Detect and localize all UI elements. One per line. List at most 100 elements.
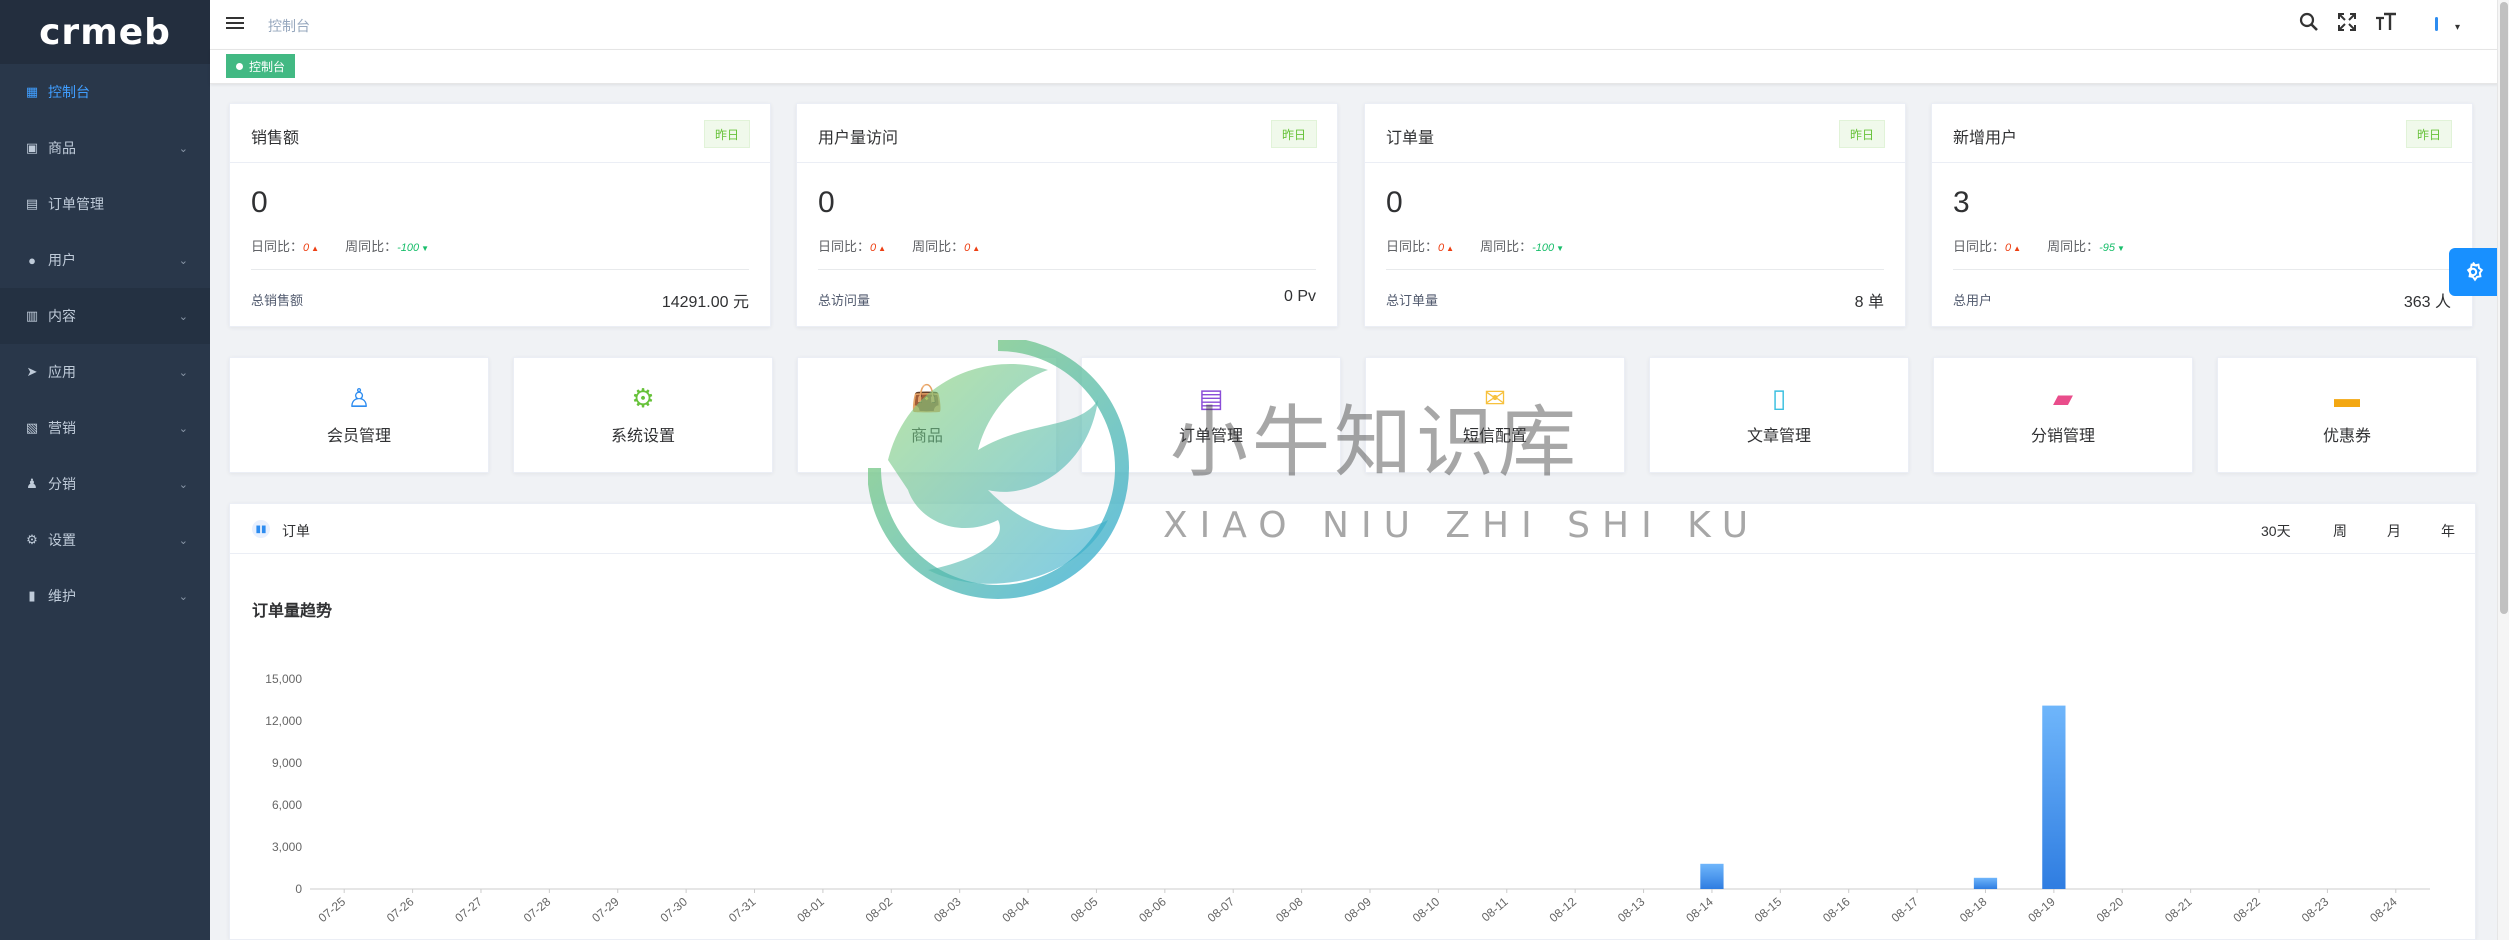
trend-up-icon: ▲ xyxy=(972,244,981,253)
quick-nav-7[interactable]: ▬ 优惠券 xyxy=(2217,357,2477,473)
y-tick-label: 6,000 xyxy=(272,798,302,812)
range-year[interactable]: 年 xyxy=(2441,521,2455,541)
sidebar-item-9[interactable]: ▮ 维护 ⌄ xyxy=(0,568,210,624)
chart-bar[interactable] xyxy=(2042,705,2066,889)
x-tick-label: 08-08 xyxy=(1273,894,1306,925)
sidebar-item-1[interactable]: ▣ 商品 ⌄ xyxy=(0,120,210,176)
x-tick-label: 07-26 xyxy=(384,894,417,925)
sidebar-item-3[interactable]: ● 用户 ⌄ xyxy=(0,232,210,288)
sidebar-item-label: 营销 xyxy=(48,420,76,436)
week-compare-label: 周同比： xyxy=(345,239,398,254)
search-icon[interactable] xyxy=(2299,12,2319,38)
stat-title: 用户量访问 xyxy=(818,130,899,147)
trend-up-icon: ▲ xyxy=(878,244,887,253)
stat-total-value: 8 单 xyxy=(1854,294,1884,311)
chart-bar[interactable] xyxy=(1973,877,1998,889)
x-tick-label: 08-02 xyxy=(863,894,896,925)
gear-icon: ⚙ xyxy=(26,532,38,547)
bar-chart-icon: ▮▮ xyxy=(252,520,270,538)
sidebar-item-6[interactable]: ▧ 营销 ⌄ xyxy=(0,400,210,456)
sidebar-item-7[interactable]: ♟ 分销 ⌄ xyxy=(0,456,210,512)
stat-comparison: 日同比：0 ▲ 周同比：0 ▲ xyxy=(818,236,980,255)
page-scrollbar-thumb[interactable] xyxy=(2500,2,2508,614)
sidebar-item-label: 应用 xyxy=(48,364,76,380)
week-compare-label: 周同比： xyxy=(1480,239,1533,254)
day-compare-value: 0 xyxy=(303,242,310,254)
chart-bar[interactable] xyxy=(1700,863,1724,889)
user-outline-icon: ♙ xyxy=(347,383,371,413)
theme-settings-button[interactable] xyxy=(2449,248,2497,296)
range-30days[interactable]: 30天 xyxy=(2261,521,2291,541)
stat-comparison: 日同比：0 ▲ 周同比：-100 ▼ xyxy=(1386,236,1564,255)
chevron-down-icon: ⌄ xyxy=(178,478,188,491)
bar-chart-icon: ▥ xyxy=(25,308,39,323)
quick-nav-1[interactable]: ⚙ 系统设置 xyxy=(513,357,773,473)
x-tick-label: 08-01 xyxy=(794,894,827,925)
quick-nav-5[interactable]: ▯ 文章管理 xyxy=(1649,357,1909,473)
quick-nav-label: 文章管理 xyxy=(1746,428,1811,445)
stat-value: 0 xyxy=(818,186,835,219)
stat-total-value: 0 Pv xyxy=(1283,288,1316,305)
week-compare-value: -95 xyxy=(2099,242,2115,254)
order-chart-card: ▮▮ 订单 30天 周 月 年 订单量趋势 0 3,000 6,000 9,000 12… xyxy=(229,503,2476,940)
divider xyxy=(797,162,1337,163)
x-tick-label: 08-22 xyxy=(2230,894,2263,925)
x-tick-label: 07-27 xyxy=(452,894,485,925)
sidebar-item-label: 用户 xyxy=(48,252,76,268)
x-tick-label: 08-16 xyxy=(1820,894,1853,925)
stat-period-badge: 昨日 xyxy=(1838,120,1885,148)
trend-up-icon: ▲ xyxy=(311,244,320,253)
user-dropdown-icon[interactable]: ▾ xyxy=(2455,22,2460,33)
sidebar-item-8[interactable]: ⚙ 设置 ⌄ xyxy=(0,512,210,568)
y-tick-label: 3,000 xyxy=(272,840,302,854)
chevron-down-icon: ⌄ xyxy=(178,590,188,603)
quick-nav-label: 分销管理 xyxy=(2030,428,2095,445)
order-trend-chart: 0 3,000 6,000 9,000 12,000 15,000 07-25 07-26 07… xyxy=(265,672,2430,925)
font-size-icon[interactable] xyxy=(2375,12,2397,38)
x-tick-label: 07-31 xyxy=(726,894,759,925)
x-tick-label: 07-29 xyxy=(589,894,622,925)
quick-nav-6[interactable]: ▰ 分销管理 xyxy=(1933,357,2193,473)
sidebar-item-label: 商品 xyxy=(48,140,76,156)
stat-value: 3 xyxy=(1953,186,1970,219)
x-tick-label: 08-19 xyxy=(2025,894,2058,925)
fullscreen-icon[interactable] xyxy=(2337,12,2357,38)
x-tick-label: 08-18 xyxy=(1957,894,1990,925)
avatar[interactable] xyxy=(2435,14,2438,37)
sidebar-item-label: 内容 xyxy=(48,308,76,324)
quick-nav-2[interactable]: 👜 商品 xyxy=(797,357,1057,473)
quick-nav-label: 会员管理 xyxy=(326,428,391,445)
stat-total-label: 总销售额 xyxy=(251,293,304,308)
stat-value: 0 xyxy=(251,186,268,219)
day-compare-label: 日同比： xyxy=(818,239,871,254)
y-tick-label: 9,000 xyxy=(272,756,302,770)
settings-icon: ⚙ xyxy=(631,383,655,413)
stat-title: 新增用户 xyxy=(1953,130,2018,147)
logo[interactable]: crmeb xyxy=(0,0,210,64)
range-month[interactable]: 月 xyxy=(2387,521,2401,541)
range-week[interactable]: 周 xyxy=(2333,521,2347,541)
stat-period-badge: 昨日 xyxy=(2405,120,2452,148)
tag-label: 控制台 xyxy=(249,59,286,74)
sidebar-item-5[interactable]: ➤ 应用 ⌄ xyxy=(0,344,210,400)
x-tick-label: 08-09 xyxy=(1341,894,1374,925)
sidebar-item-2[interactable]: ▤ 订单管理 xyxy=(0,176,210,232)
quick-nav-0[interactable]: ♙ 会员管理 xyxy=(229,357,489,473)
tag-dashboard[interactable]: 控制台 xyxy=(226,54,296,78)
breadcrumb[interactable]: 控制台 xyxy=(268,16,310,36)
day-compare-value: 0 xyxy=(2005,242,2012,254)
week-compare-label: 周同比： xyxy=(912,239,965,254)
person-icon: ♟ xyxy=(26,476,38,491)
stat-value: 0 xyxy=(1386,186,1403,219)
x-tick-label: 07-30 xyxy=(658,894,691,925)
sidebar-item-4[interactable]: ▥ 内容 ⌄ xyxy=(0,288,210,344)
stat-total-label: 总订单量 xyxy=(1386,293,1439,308)
sidebar: crmeb ▦ 控制台 ▣ 商品 ⌄ ▤ 订单管理 ● 用户 ⌄ ▥ 内容 ⌄ ➤ 应用 ⌄ ▧ 营销 ⌄ ♟ 分销 ⌄ ⚙… xyxy=(0,0,210,940)
sidebar-item-0[interactable]: ▦ 控制台 xyxy=(0,64,210,120)
divider xyxy=(1932,162,2472,163)
x-tick-label: 07-25 xyxy=(316,894,349,925)
stat-total-value: 363 人 xyxy=(2403,294,2451,311)
stat-title: 销售额 xyxy=(251,130,300,147)
menu-toggle-icon[interactable] xyxy=(226,14,244,32)
sidebar-menu: ▦ 控制台 ▣ 商品 ⌄ ▤ 订单管理 ● 用户 ⌄ ▥ 内容 ⌄ ➤ 应用 ⌄ ▧ 营销 ⌄ ♟ 分销 ⌄ ⚙ 设置 ⌄ ▮ 维护… xyxy=(0,64,210,624)
